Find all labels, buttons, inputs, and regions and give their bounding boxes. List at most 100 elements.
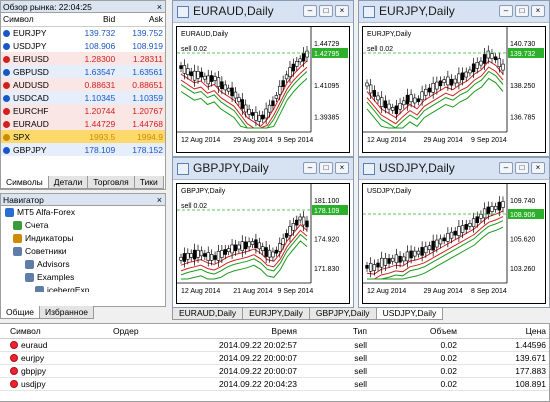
trade-row[interactable]: eurjpy 2014.09.22 20:00:07 sell 0.02 139.671 [0, 351, 549, 365]
maximize-icon[interactable]: □ [515, 162, 529, 174]
tab-chart-2[interactable]: GBPJPY,Daily [308, 308, 377, 320]
trade-row[interactable]: euraud 2014.09.22 20:02:57 sell 0.02 1.44596 [0, 338, 549, 352]
bid-cell: 1.20744 [84, 105, 116, 116]
trade-symbol: euraud [21, 339, 48, 350]
minimize-icon[interactable]: – [303, 5, 317, 17]
candle-body [471, 218, 476, 228]
ask-cell: 1994.9 [137, 131, 163, 142]
navigator-item[interactable]: Индикаторы [5, 232, 165, 245]
minimize-icon[interactable]: – [303, 162, 317, 174]
candle-body [464, 224, 468, 230]
market-watch-row[interactable]: GBPUSD 1.63547 1.63561 [1, 65, 165, 78]
chart-window-titlebar[interactable]: EURJPY,Daily – □ × [359, 1, 549, 23]
trade-type: sell [300, 377, 370, 391]
col-symbol[interactable]: Символ [0, 324, 110, 339]
candle-body [281, 80, 285, 87]
trade-row[interactable]: gbpjpy 2014.09.22 20:00:07 sell 0.02 177.883 [0, 364, 549, 378]
navigator-item[interactable]: Advisors [5, 258, 165, 271]
bid-cell: 178.109 [84, 144, 116, 155]
navigator-item[interactable]: Счета [5, 219, 165, 232]
navigator-item[interactable]: Советники [5, 245, 165, 258]
navigator-item[interactable]: icebergExp [5, 284, 165, 292]
navigator-item[interactable]: Examples [5, 271, 165, 284]
chart-window-titlebar[interactable]: GBPJPY,Daily – □ × [173, 158, 353, 180]
close-icon[interactable]: × [335, 5, 349, 17]
close-icon[interactable]: × [157, 1, 162, 13]
market-watch-row[interactable]: EURJPY 139.732 139.752 [1, 26, 165, 39]
candle-body [420, 91, 424, 101]
close-icon[interactable]: × [531, 5, 545, 17]
candle-body [237, 97, 241, 102]
close-icon[interactable]: × [335, 162, 349, 174]
market-watch-row[interactable]: EURAUD 1.44729 1.44768 [1, 117, 165, 130]
market-watch-row[interactable]: GBPJPY 178.109 178.152 [1, 143, 165, 156]
trade-volume: 0.02 [370, 364, 460, 378]
tab-chart-3[interactable]: USDJPY,Daily [375, 308, 444, 320]
candle-body [405, 94, 410, 105]
maximize-icon[interactable]: □ [319, 162, 333, 174]
market-watch-row[interactable]: AUDUSD 0.88631 0.88651 [1, 78, 165, 91]
market-watch-row[interactable]: EURCHF 1.20744 1.20767 [1, 104, 165, 117]
col-time[interactable]: Время [190, 324, 300, 339]
price-chart[interactable]: EURJPY,Daily sell 0.02 140.730 139.732 138.2… [362, 26, 546, 153]
maximize-icon[interactable]: □ [515, 5, 529, 17]
tab-market-1[interactable]: Детали [47, 176, 89, 189]
market-watch-row[interactable]: USDJPY 108.906 108.919 [1, 39, 165, 52]
tab-chart-0[interactable]: EURAUD,Daily [172, 308, 244, 320]
chart-window[interactable]: GBPJPY,Daily – □ × GBPJPY,Daily sell 0.02 181.… [172, 157, 354, 308]
trade-row[interactable]: usdjpy 2014.09.22 20:04:23 sell 0.02 108.891 [0, 377, 549, 391]
close-icon[interactable]: × [157, 194, 162, 206]
candle-body [196, 249, 200, 258]
candle-body [468, 223, 472, 227]
minimize-icon[interactable]: – [499, 162, 513, 174]
bid-cell: 1.28300 [84, 53, 116, 64]
chart-window-title: USDJPY,Daily [379, 161, 455, 175]
market-watch-row[interactable]: SPX 1993.5 1994.9 [1, 130, 165, 143]
candle-body [394, 254, 399, 264]
y-tick-label: 181.100 [314, 198, 339, 205]
minimize-icon[interactable]: – [499, 5, 513, 17]
col-order[interactable]: Ордер [110, 324, 190, 339]
chart-window[interactable]: USDJPY,Daily – □ × USDJPY,Daily 109.740 108.90… [358, 157, 550, 308]
trade-time: 2014.09.22 20:02:57 [190, 338, 300, 352]
candle-body [206, 252, 210, 261]
col-volume[interactable]: Объем [370, 324, 460, 339]
symbol-label: USDCAD [13, 92, 49, 103]
candle-body [424, 88, 428, 96]
price-chart[interactable]: USDJPY,Daily 109.740 108.906 105.620 103.260… [362, 183, 546, 304]
col-bid[interactable]: Bid [69, 13, 118, 27]
candle-body [387, 258, 391, 264]
candle-body [284, 74, 289, 80]
col-symbol[interactable]: Символ [1, 13, 70, 27]
candle-body [383, 100, 388, 109]
y-tick-label: 1.44729 [314, 41, 339, 48]
tab-market-3[interactable]: Тики [133, 176, 164, 189]
chart-window-titlebar[interactable]: USDJPY,Daily – □ × [359, 158, 549, 180]
chart-window-titlebar[interactable]: EURAUD,Daily – □ × [173, 1, 353, 23]
tab-market-0[interactable]: Символы [0, 176, 49, 189]
navigator-item[interactable]: MT5 Alfa-Forex [5, 206, 165, 219]
tab-chart-1[interactable]: EURJPY,Daily [242, 308, 310, 320]
market-watch-row[interactable]: EURUSD 1.28300 1.28311 [1, 52, 165, 65]
direction-icon [3, 42, 10, 50]
tab-navigator-1[interactable]: Избранное [38, 306, 95, 319]
chart-window[interactable]: EURJPY,Daily – □ × EURJPY,Daily sell 0.02 140.… [358, 0, 550, 157]
chart-window[interactable]: EURAUD,Daily – □ × EURAUD,Daily sell 0.02 1.44… [172, 0, 354, 157]
col-ask[interactable]: Ask [117, 13, 165, 27]
market-watch-row[interactable]: USDCAD 1.10345 1.10359 [1, 91, 165, 104]
tab-navigator-0[interactable]: Общие [0, 306, 40, 319]
col-price[interactable]: Цена [460, 324, 549, 339]
chart-icon [177, 6, 189, 18]
price-chart[interactable]: GBPJPY,Daily sell 0.02 181.100 178.109 174.9… [176, 183, 350, 304]
candle-body [427, 87, 432, 93]
close-icon[interactable]: × [531, 162, 545, 174]
direction-icon [3, 55, 10, 63]
price-chart[interactable]: EURAUD,Daily sell 0.02 1.44729 1.42795 1.410… [176, 26, 350, 153]
candle-body [413, 250, 417, 257]
tab-market-2[interactable]: Торговля [87, 176, 135, 189]
x-tick-label: 12 Aug 2014 [181, 288, 220, 295]
candle-body [281, 238, 285, 245]
maximize-icon[interactable]: □ [319, 5, 333, 17]
candle-body [226, 87, 231, 92]
col-type[interactable]: Тип [300, 324, 370, 339]
